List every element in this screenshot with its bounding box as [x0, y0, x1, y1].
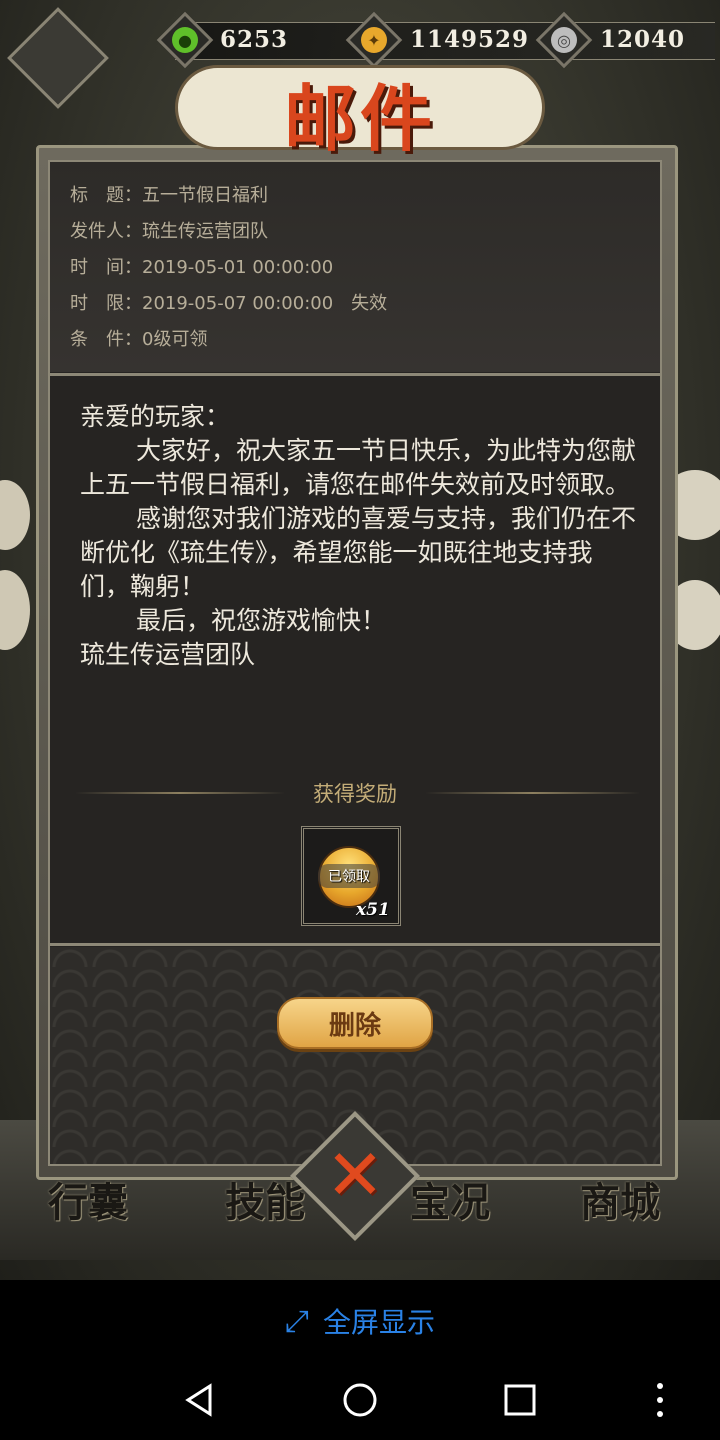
bg-decoration — [0, 480, 30, 550]
reward-divider — [50, 943, 660, 946]
close-icon[interactable]: ✕ — [310, 1130, 400, 1220]
recents-icon[interactable] — [500, 1380, 540, 1420]
subject-label: 标 题： — [70, 185, 142, 206]
mail-body: 亲爱的玩家： 大家好，祝大家五一节日快乐，为此特为您献上五一节假日福利，请您在邮… — [80, 400, 640, 672]
fullscreen-label: 全屏显示 — [322, 1306, 435, 1339]
mail-time-row: 时 间：2019-05-01 00:00:00 — [70, 253, 333, 279]
home-icon[interactable] — [340, 1380, 380, 1420]
silver-coin-icon: ◎ — [551, 27, 577, 53]
subject-value: 五一节假日福利 — [142, 185, 268, 206]
delete-button-label: 删除 — [328, 1010, 381, 1041]
back-icon[interactable] — [180, 1380, 220, 1420]
gold-coin-icon: ✦ — [361, 27, 387, 53]
condition-value: 0级可领 — [142, 329, 208, 350]
jade-value: 6253 — [220, 26, 289, 53]
reward-count: x51 — [356, 900, 390, 920]
delete-button[interactable]: 删除 — [277, 997, 433, 1049]
reward-section-title: 获得奖励 — [313, 782, 397, 806]
fullscreen-bar[interactable]: ⤢ 全屏显示 — [0, 1280, 720, 1362]
sender-label: 发件人： — [70, 221, 142, 242]
system-nav-bar — [0, 1362, 720, 1440]
mail-paragraph: 大家好，祝大家五一节日快乐，为此特为您献上五一节假日福利，请您在邮件失效前及时领… — [80, 436, 637, 499]
mail-paragraph: 感谢您对我们游戏的喜爱与支持，我们仍在不断优化《琉生传》，希望您能一如既往地支持… — [80, 504, 637, 601]
mail-sender-row: 发件人：琉生传运营团队 — [70, 217, 268, 243]
condition-label: 条 件： — [70, 329, 142, 350]
green-flame-icon: ● — [172, 27, 198, 53]
time-label: 时 间： — [70, 257, 142, 278]
mail-condition-row: 条 件：0级可领 — [70, 325, 207, 351]
claimed-badge: 已领取 — [318, 864, 380, 888]
expiry-value: 2019-05-07 00:00:00 失效 — [142, 293, 388, 314]
header-divider — [50, 373, 660, 376]
page-title: 邮件 — [283, 76, 436, 161]
expand-icon: ⤢ — [284, 1303, 309, 1339]
expiry-label: 时 限： — [70, 293, 142, 314]
mail-paragraph: 最后，祝您游戏愉快！ — [136, 606, 387, 635]
sender-value: 琉生传运营团队 — [142, 221, 268, 242]
mail-signature: 琉生传运营团队 — [80, 640, 256, 669]
mail-subject-row: 标 题：五一节假日福利 — [70, 181, 268, 207]
time-value: 2019-05-01 00:00:00 — [142, 257, 334, 278]
mail-greeting: 亲爱的玩家： — [80, 402, 231, 431]
more-icon[interactable] — [640, 1380, 680, 1420]
bg-decoration — [0, 570, 30, 650]
silver-value: 12040 — [600, 26, 686, 53]
mail-expiry-row: 时 限：2019-05-07 00:00:00 失效 — [70, 289, 387, 315]
gold-value: 1149529 — [410, 26, 530, 53]
